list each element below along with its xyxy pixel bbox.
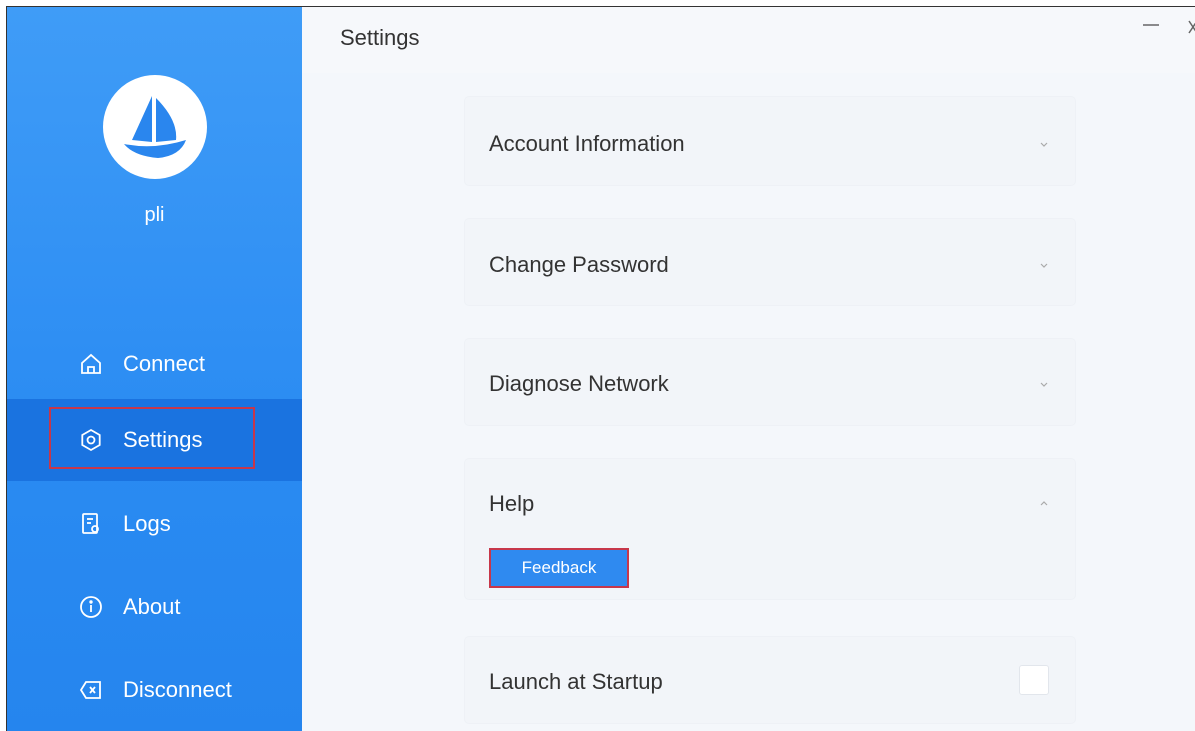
nav-item-logs[interactable]: Logs bbox=[7, 483, 302, 565]
help-section: Help Feedback bbox=[465, 459, 1075, 599]
disconnect-icon bbox=[79, 681, 101, 699]
log-icon bbox=[82, 513, 99, 534]
account-information-section[interactable]: Account Information bbox=[465, 97, 1075, 185]
section-title[interactable]: Help bbox=[489, 491, 534, 517]
app-window: pli Connect Settings Logs About Disconne… bbox=[6, 6, 1195, 731]
nav-label: About bbox=[123, 594, 181, 619]
diagnose-network-section[interactable]: Diagnose Network bbox=[465, 339, 1075, 425]
gear-icon bbox=[81, 428, 101, 452]
launch-at-startup-checkbox[interactable] bbox=[1019, 665, 1049, 695]
sidebar: pli Connect Settings Logs About Disconne… bbox=[7, 7, 302, 731]
launch-at-startup-section: Launch at Startup bbox=[465, 637, 1075, 723]
nav-item-about[interactable]: About bbox=[7, 566, 302, 648]
nav-item-disconnect[interactable]: Disconnect bbox=[7, 649, 302, 731]
chevron-down-icon bbox=[1040, 142, 1048, 147]
nav-label: Logs bbox=[123, 511, 171, 536]
nav-label: Connect bbox=[123, 351, 205, 376]
nav-label: Settings bbox=[123, 427, 203, 452]
section-title: Launch at Startup bbox=[489, 669, 663, 694]
username: pli bbox=[144, 204, 165, 226]
minimize-icon[interactable] bbox=[1141, 17, 1161, 33]
home-icon bbox=[81, 353, 101, 374]
feedback-button[interactable]: Feedback bbox=[489, 548, 629, 588]
page-title: Settings bbox=[340, 25, 420, 50]
close-icon[interactable] bbox=[1185, 17, 1195, 37]
avatar bbox=[103, 75, 207, 179]
main-panel: Settings Account Information Change Pass… bbox=[302, 7, 1195, 731]
title-bar: Settings bbox=[302, 7, 1195, 73]
sailboat-logo-icon bbox=[124, 96, 186, 158]
nav-item-connect[interactable]: Connect bbox=[7, 323, 302, 405]
chevron-down-icon bbox=[1040, 263, 1048, 268]
chevron-down-icon bbox=[1040, 382, 1048, 387]
section-title: Change Password bbox=[489, 252, 669, 277]
section-title: Diagnose Network bbox=[489, 371, 669, 396]
nav-item-settings[interactable]: Settings bbox=[7, 399, 302, 481]
change-password-section[interactable]: Change Password bbox=[465, 219, 1075, 305]
info-icon bbox=[80, 596, 102, 618]
chevron-up-icon[interactable] bbox=[1039, 499, 1049, 507]
section-title: Account Information bbox=[489, 131, 685, 156]
nav-label: Disconnect bbox=[123, 677, 232, 702]
